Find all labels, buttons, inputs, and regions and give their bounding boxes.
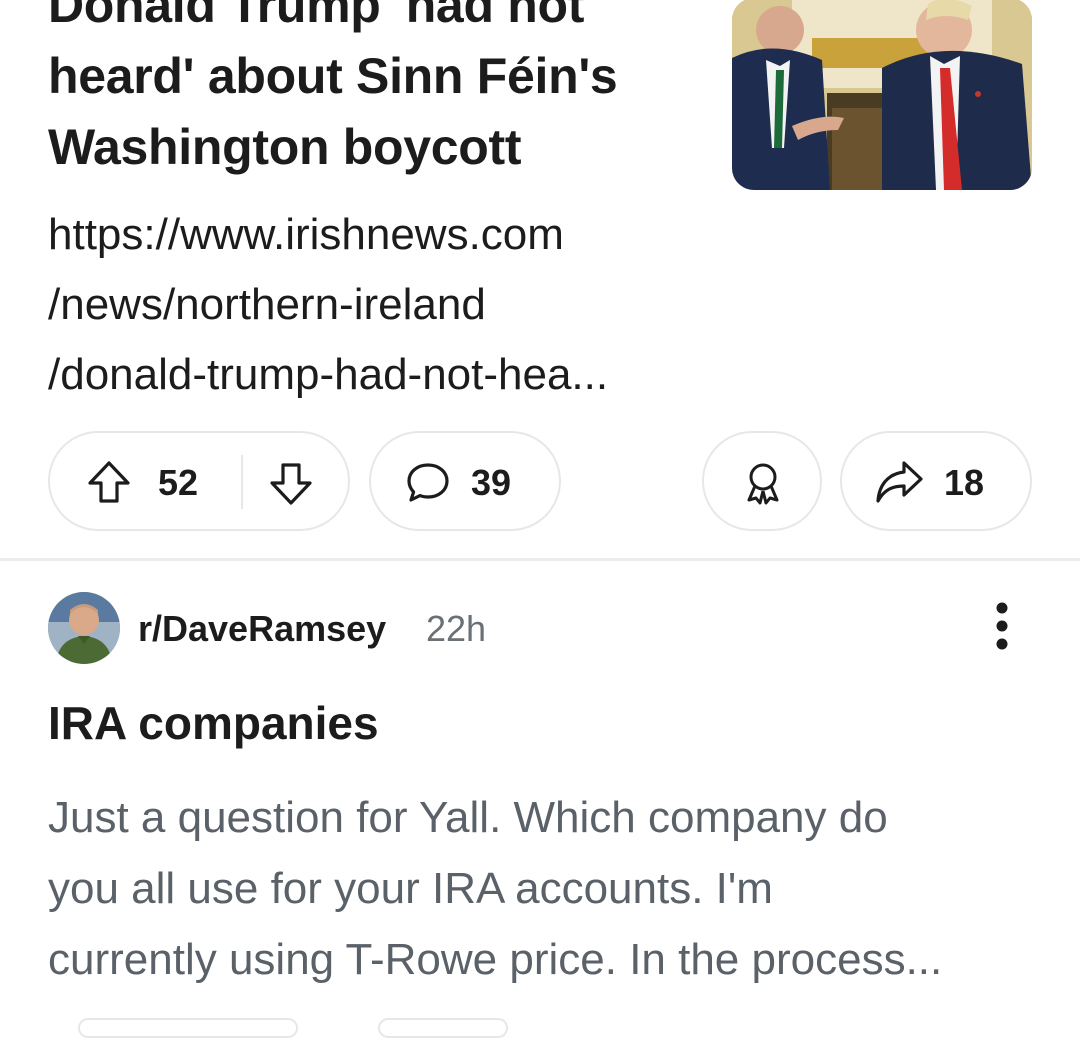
post-link[interactable]: https://www.irishnews.com /news/northern…	[48, 200, 698, 410]
more-options-icon[interactable]	[980, 598, 1024, 658]
vote-divider	[241, 455, 243, 509]
post-title[interactable]: IRA companies	[48, 696, 379, 750]
feed-divider	[0, 558, 1080, 561]
post-link-line-2: /news/northern-ireland	[48, 280, 486, 329]
post-title-line-2: heard' about Sinn Féin's	[48, 48, 618, 104]
post-title-line-1: Donald Trump 'had not	[48, 0, 585, 33]
arrow-up-icon[interactable]	[86, 459, 132, 510]
comments-button[interactable]: 39	[369, 431, 561, 531]
post-time: 22h	[426, 608, 487, 649]
post-link-line-3: /donald-trump-had-not-hea...	[48, 350, 609, 399]
vote-pill-peek	[78, 1018, 298, 1038]
comment-bubble-icon	[405, 461, 451, 510]
post-thumbnail[interactable]	[732, 0, 1032, 190]
upvote-count: 52	[158, 462, 199, 503]
post-title-line-3: Washington boycott	[48, 119, 522, 175]
comment-count: 39	[471, 462, 512, 503]
post-link-line-1: https://www.irishnews.com	[48, 210, 564, 259]
post-title[interactable]: Donald Trump 'had not heard' about Sinn …	[48, 0, 688, 183]
post-body-line-2: you all use for your IRA accounts. I'm	[48, 864, 773, 913]
share-button[interactable]: 18	[840, 431, 1032, 531]
subreddit-avatar[interactable]	[48, 592, 120, 664]
vote-pill: 52	[48, 431, 350, 531]
post-body-line-3: currently using T-Rowe price. In the pro…	[48, 935, 943, 984]
award-icon	[740, 460, 786, 511]
award-button[interactable]	[702, 431, 822, 531]
arrow-down-icon[interactable]	[268, 461, 314, 512]
share-arrow-icon	[874, 459, 924, 510]
post-body[interactable]: Just a question for Yall. Which company …	[48, 782, 1058, 995]
subreddit-name[interactable]: r/DaveRamsey	[138, 609, 386, 649]
share-count: 18	[944, 462, 985, 503]
comments-pill-peek	[378, 1018, 508, 1038]
post-body-line-1: Just a question for Yall. Which company …	[48, 793, 888, 842]
